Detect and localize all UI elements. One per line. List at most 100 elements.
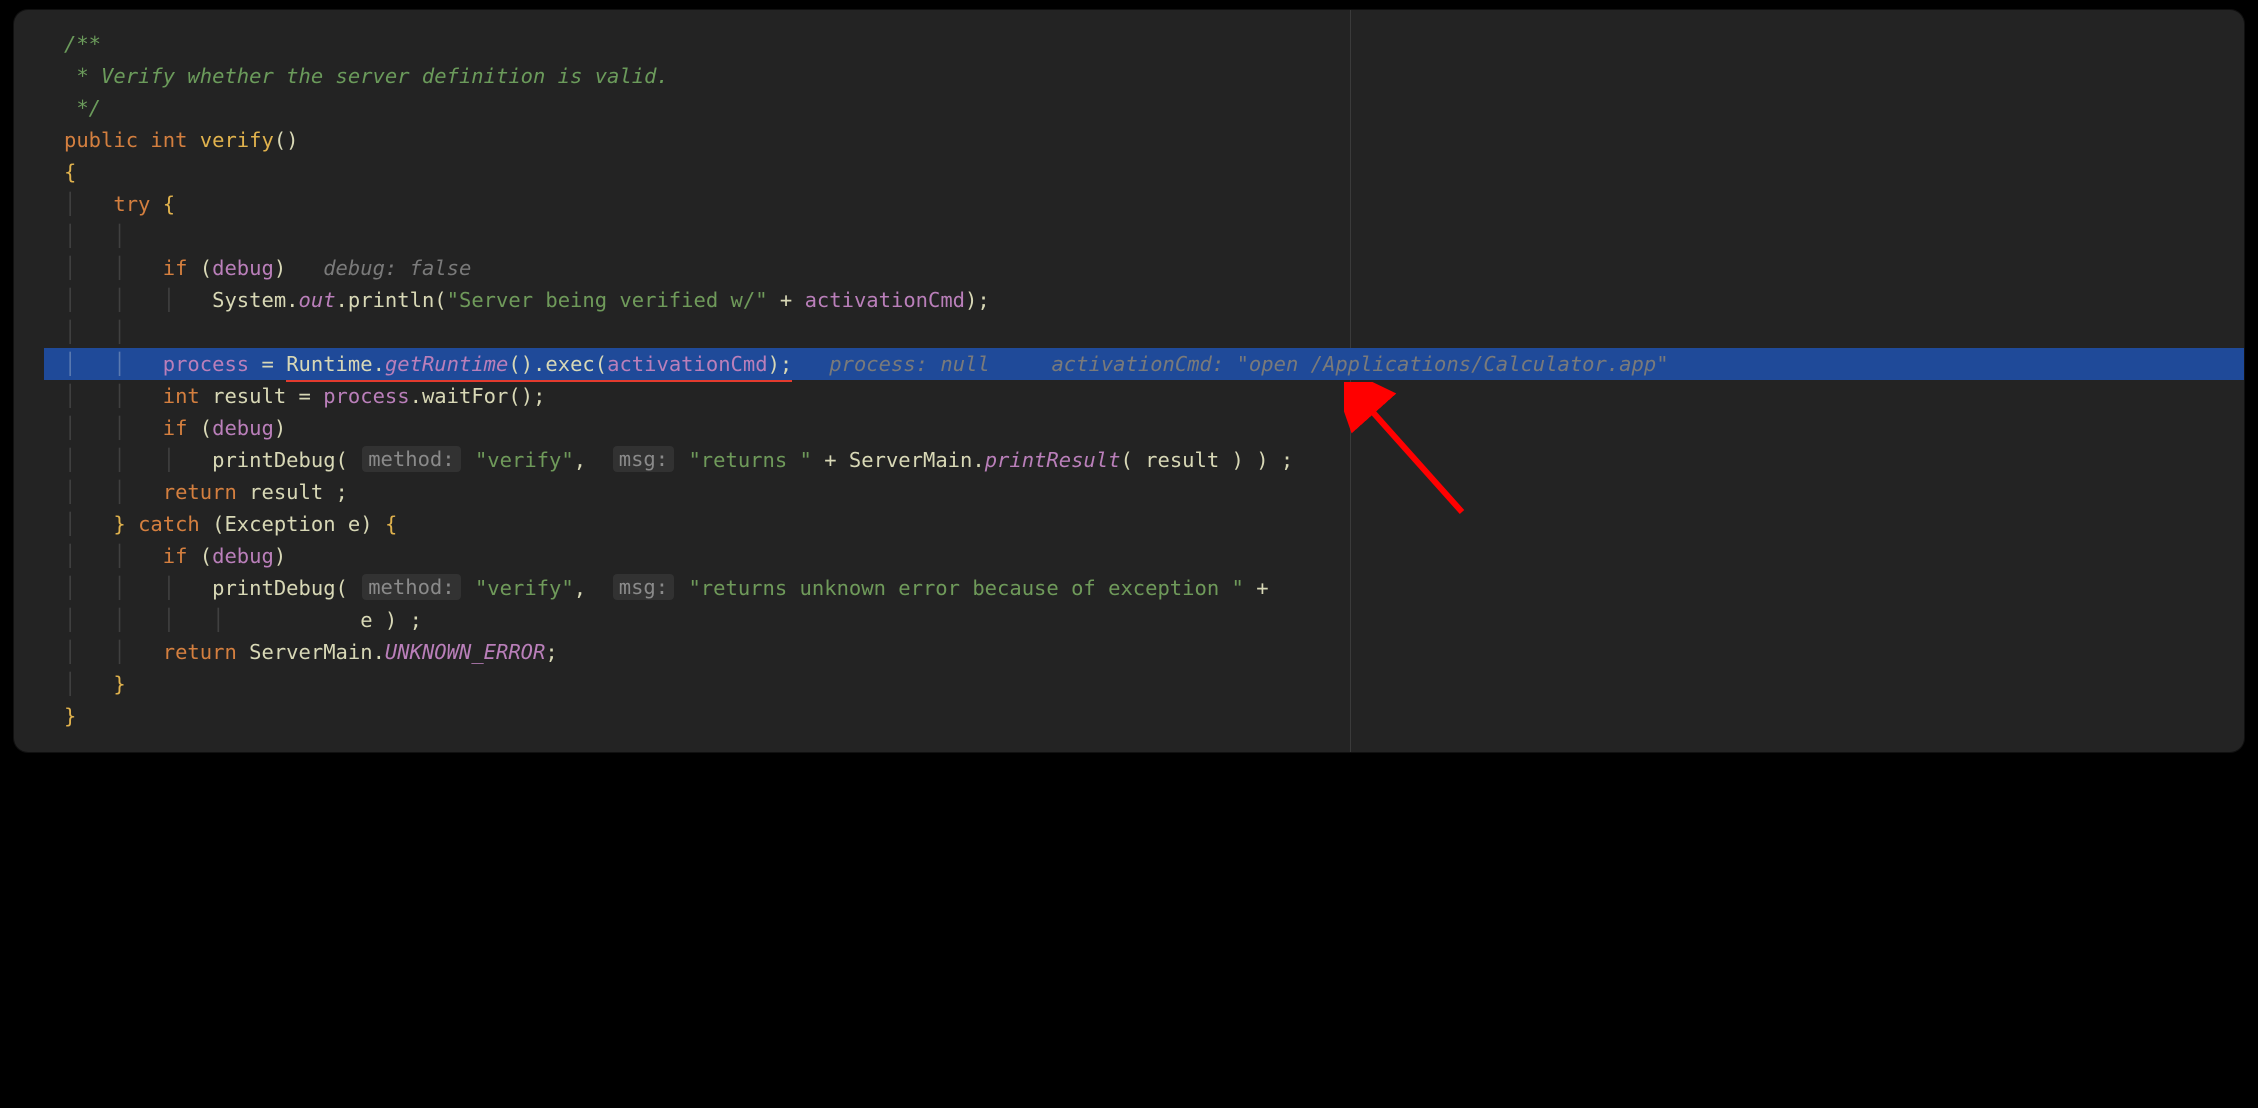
paren-close: ) xyxy=(965,288,977,312)
param-hint-method: method: xyxy=(362,446,460,472)
operator-plus: + xyxy=(768,288,805,312)
dot: . xyxy=(336,288,348,312)
comma: , xyxy=(574,448,586,472)
code-line: │ │ xyxy=(14,220,2244,252)
code-line: │ │ │ │ e ) ; xyxy=(14,604,2244,636)
method-exec: exec xyxy=(545,352,594,376)
code-line: │ │ return ServerMain.UNKNOWN_ERROR; xyxy=(14,636,2244,668)
string-literal: "returns " xyxy=(688,448,811,472)
class-servermain: ServerMain xyxy=(249,640,372,664)
brace-open: { xyxy=(64,160,76,184)
paren-open: ( xyxy=(200,416,212,440)
paren-open: ( xyxy=(1120,448,1132,472)
keyword-catch: catch xyxy=(138,512,200,536)
parens: () xyxy=(508,384,533,408)
code-line: │ │ int result = process.waitFor(); xyxy=(14,380,2244,412)
brace-close: } xyxy=(64,704,76,728)
method-printResult: printResult xyxy=(985,448,1121,472)
class-system: System xyxy=(212,288,286,312)
code-line: │ │ │ printDebug( method: "verify", msg:… xyxy=(14,572,2244,604)
string-literal: "verify" xyxy=(475,576,574,600)
paren-close: ) xyxy=(274,544,286,568)
param-hint-method: method: xyxy=(362,574,460,600)
code-line: │ │ if (debug) xyxy=(14,540,2244,572)
var-result: result xyxy=(1145,448,1219,472)
paren-open: ( xyxy=(212,512,224,536)
keyword-public: public xyxy=(64,128,138,152)
dot: . xyxy=(373,640,385,664)
paren-close: ) xyxy=(1232,448,1244,472)
method-getRuntime: getRuntime xyxy=(385,352,508,376)
field-process: process xyxy=(163,352,249,376)
method-println: println xyxy=(348,288,434,312)
string-literal: "verify" xyxy=(475,448,574,472)
code-line: /** xyxy=(14,28,2244,60)
code-line: public int verify() xyxy=(14,124,2244,156)
inlay-hint-activationCmd: activationCmd: "open /Applications/Calcu… xyxy=(1051,352,1668,376)
operator-plus: + xyxy=(812,448,849,472)
param-hint-msg: msg: xyxy=(613,574,674,600)
paren-open: ( xyxy=(200,544,212,568)
code-line: } xyxy=(14,700,2244,732)
keyword-if: if xyxy=(163,544,188,568)
dot: . xyxy=(286,288,298,312)
param-hint-msg: msg: xyxy=(613,446,674,472)
field-activationCmd: activationCmd xyxy=(805,288,965,312)
dot: . xyxy=(373,352,385,376)
inlay-hint-debug: debug: false xyxy=(323,256,471,280)
code-line: { xyxy=(14,156,2244,188)
code-line: │ │ │ printDebug( method: "verify", msg:… xyxy=(14,444,2244,476)
dot: . xyxy=(972,448,984,472)
inlay-hint-process: process: null xyxy=(829,352,989,376)
method-printDebug: printDebug xyxy=(212,448,335,472)
keyword-if: if xyxy=(163,256,188,280)
field-debug: debug xyxy=(212,544,274,568)
code-line: │ │ if (debug) xyxy=(14,412,2244,444)
field-out: out xyxy=(299,288,336,312)
comment-text: * Verify whether the server definition i… xyxy=(64,64,669,88)
keyword-return: return xyxy=(163,480,237,504)
paren-close: ) xyxy=(385,608,397,632)
arrow-annotation-icon xyxy=(1344,382,1474,522)
paren-open: ( xyxy=(434,288,446,312)
code-line: │ │ if (debug) debug: false xyxy=(14,252,2244,284)
operator-plus: + xyxy=(1244,576,1269,600)
code-line-highlighted[interactable]: │ │ process = Runtime.getRuntime().exec(… xyxy=(44,348,2244,380)
method-name: verify xyxy=(200,128,274,152)
class-servermain: ServerMain xyxy=(849,448,972,472)
type-exception: Exception xyxy=(224,512,335,536)
comment-text: */ xyxy=(64,96,101,120)
keyword-if: if xyxy=(163,416,188,440)
paren-close: ) xyxy=(274,416,286,440)
code-line: */ xyxy=(14,92,2244,124)
semicolon: ; xyxy=(397,608,422,632)
code-line: * Verify whether the server definition i… xyxy=(14,60,2244,92)
const-unknown-error: UNKNOWN_ERROR xyxy=(385,640,545,664)
paren-open: ( xyxy=(336,576,348,600)
keyword-int: int xyxy=(150,128,187,152)
code-body: /** * Verify whether the server definiti… xyxy=(14,28,2244,732)
code-line: │ │ xyxy=(14,316,2244,348)
var-e: e xyxy=(360,608,372,632)
code-line: │ │ return result ; xyxy=(14,476,2244,508)
paren-close: ) xyxy=(360,512,372,536)
brace-close: } xyxy=(113,512,125,536)
dot: . xyxy=(410,384,422,408)
paren-open: ( xyxy=(336,448,348,472)
operator-eq: = xyxy=(286,384,323,408)
code-line: │ } xyxy=(14,668,2244,700)
dot: . xyxy=(533,352,545,376)
parens: () xyxy=(274,128,299,152)
parens: () xyxy=(508,352,533,376)
string-literal: "returns unknown error because of except… xyxy=(688,576,1243,600)
field-debug: debug xyxy=(212,416,274,440)
semicolon: ; xyxy=(1269,448,1294,472)
comma: , xyxy=(574,576,586,600)
method-printDebug: printDebug xyxy=(212,576,335,600)
keyword-try: try xyxy=(113,192,150,216)
semicolon: ; xyxy=(533,384,545,408)
code-line: │ try { xyxy=(14,188,2244,220)
comment-text: /** xyxy=(64,32,101,56)
code-editor[interactable]: /** * Verify whether the server definiti… xyxy=(14,10,2244,752)
brace-open: { xyxy=(385,512,397,536)
